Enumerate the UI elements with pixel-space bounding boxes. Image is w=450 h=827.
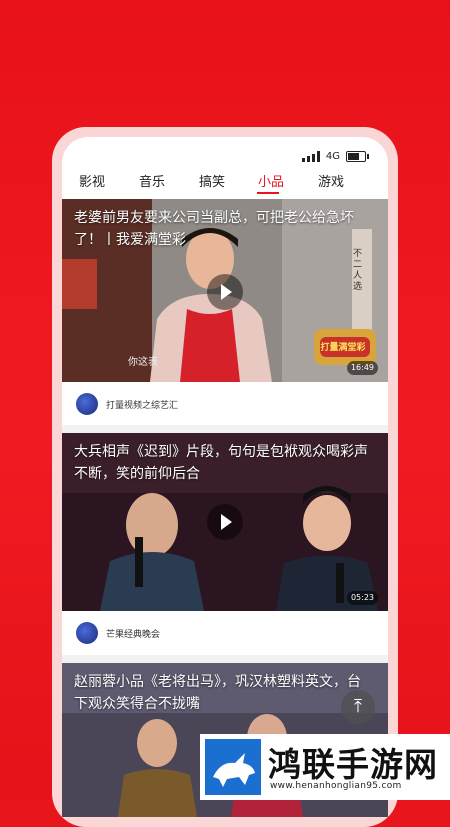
video-card[interactable]: 老婆前男友要来公司当副总，可把老公给急坏了！丨我爱满堂彩 你这表 不二人选 打量… xyxy=(62,199,388,425)
signal-icon xyxy=(301,150,320,162)
brand-watermark: 鸿联手游网 www.henanhonglian95.com xyxy=(200,734,450,800)
play-icon[interactable] xyxy=(207,504,243,540)
show-sign: 不二人选 xyxy=(353,249,363,292)
card-divider xyxy=(62,655,388,663)
video-meta: 芒果经典晚会 xyxy=(62,611,388,655)
bull-logo-icon xyxy=(205,739,261,795)
video-title: 老婆前男友要来公司当副总，可把老公给急坏了！丨我爱满堂彩 xyxy=(74,210,354,248)
category-tabs: 影视 音乐 搞笑 小品 游戏 xyxy=(62,171,388,201)
tab-sketch[interactable]: 小品 xyxy=(258,171,284,190)
tab-music[interactable]: 音乐 xyxy=(139,171,165,190)
channel-name[interactable]: 芒果经典晚会 xyxy=(106,627,160,640)
channel-avatar[interactable] xyxy=(76,622,98,644)
tab-film[interactable]: 影视 xyxy=(79,171,105,190)
tab-game[interactable]: 游戏 xyxy=(318,171,344,190)
channel-name[interactable]: 打量视频之综艺汇 xyxy=(106,398,178,411)
video-title: 赵丽蓉小品《老将出马》，巩汉林塑料英文，台下观众笑得合不拢嘴 xyxy=(74,674,361,712)
duration-badge: 05:23 xyxy=(346,591,378,605)
brand-name: 鸿联手游网 xyxy=(268,745,438,784)
network-label: 4G xyxy=(325,150,340,162)
video-meta: 打量视频之综艺汇 xyxy=(62,382,388,426)
video-thumbnail[interactable]: 老婆前男友要来公司当副总，可把老公给急坏了！丨我爱满堂彩 你这表 不二人选 打量… xyxy=(62,199,388,382)
video-title: 大兵相声《迟到》片段，句句是包袱观众喝彩声不断，笑的前仰后合 xyxy=(74,444,368,482)
channel-avatar[interactable] xyxy=(76,393,98,415)
card-divider xyxy=(62,425,388,433)
active-tab-underline xyxy=(257,192,279,194)
video-card[interactable]: 大兵相声《迟到》片段，句句是包袱观众喝彩声不断，笑的前仰后合 05:23 芒果经… xyxy=(62,433,388,655)
brand-url: www.henanhonglian95.com xyxy=(270,781,402,791)
show-logo: 打量满堂彩 xyxy=(320,343,366,353)
phone-screen: 4G 影视 音乐 搞笑 小品 游戏 老婆前男友要来公司当副总，可把老公给急坏了！… xyxy=(62,137,388,817)
duration-badge: 16:49 xyxy=(346,361,378,375)
back-to-top-button[interactable]: ⤒ xyxy=(341,690,375,724)
play-icon[interactable] xyxy=(207,274,243,310)
battery-icon xyxy=(346,150,369,162)
tab-funny[interactable]: 搞笑 xyxy=(199,171,225,190)
arrow-up-to-top-icon: ⤒ xyxy=(354,696,362,717)
subtitle-text: 你这表 xyxy=(128,357,158,368)
status-bar: 4G xyxy=(301,149,369,163)
video-thumbnail[interactable]: 大兵相声《迟到》片段，句句是包袱观众喝彩声不断，笑的前仰后合 05:23 xyxy=(62,433,388,611)
